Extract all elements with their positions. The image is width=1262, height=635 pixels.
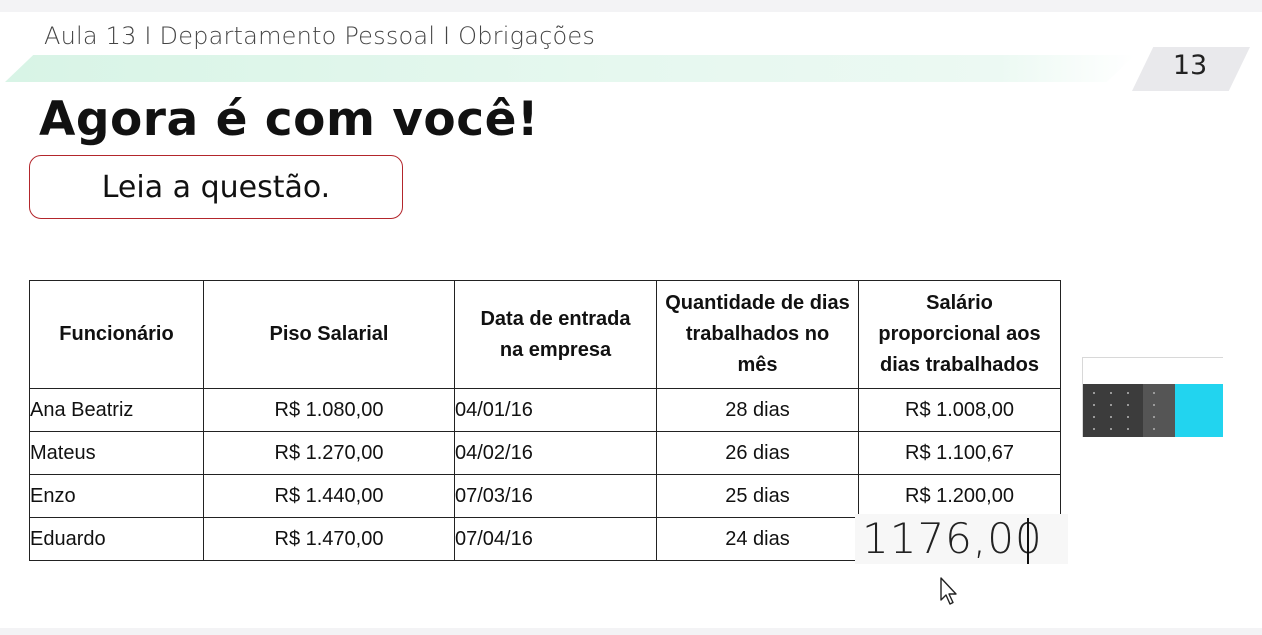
calculator-key: [1153, 416, 1155, 418]
table-cell: 26 dias: [656, 431, 859, 475]
table-cell: 07/04/16: [454, 517, 657, 561]
calculator-icon[interactable]: [1082, 357, 1224, 437]
column-header-days-worked: Quantidade de dias trabalhados no mês: [656, 280, 859, 389]
page-title: Agora é com você!: [39, 92, 539, 147]
bottom-bar: [0, 628, 1262, 635]
table-cell: 25 dias: [656, 474, 859, 518]
answer-input[interactable]: 1176,00: [862, 514, 1043, 563]
column-header-base-salary: Piso Salarial: [203, 280, 455, 389]
calculator-key: [1110, 404, 1112, 406]
calculator-operators: [1143, 384, 1175, 437]
column-header-employee: Funcionário: [29, 280, 204, 389]
column-header-proportional-salary: Salário proporcional aos dias trabalhado…: [858, 280, 1061, 389]
calculator-key: [1110, 392, 1112, 394]
page-number: 13: [1172, 50, 1208, 81]
table-row: Ana Beatriz R$ 1.080,00 04/01/16 28 dias…: [29, 388, 1061, 432]
header-label: Funcionário: [59, 323, 174, 345]
calculator-display: [1083, 358, 1224, 384]
course-title: Aula 13 I Departamento Pessoal I Obrigaç…: [44, 22, 596, 50]
mouse-pointer-icon: [939, 576, 959, 611]
table-cell: Mateus: [29, 431, 204, 475]
calculator-key: [1093, 428, 1095, 430]
table-cell: R$ 1.008,00: [858, 388, 1061, 432]
table-cell: 24 dias: [656, 517, 859, 561]
calculator-key: [1093, 404, 1095, 406]
table-cell: R$ 1.440,00: [203, 474, 455, 518]
calculator-key: [1110, 428, 1112, 430]
calculator-key: [1127, 404, 1129, 406]
table-cell: Eduardo: [29, 517, 204, 561]
header-label: Piso Salarial: [269, 323, 389, 345]
header-label: Data de entrada na empresa: [480, 307, 631, 361]
calculator-key: [1093, 392, 1095, 394]
calculator-key: [1153, 428, 1155, 430]
calculator-key: [1153, 392, 1155, 394]
table-cell: 07/03/16: [454, 474, 657, 518]
instruction-box: Leia a questão.: [29, 155, 403, 219]
table-row: Mateus R$ 1.270,00 04/02/16 26 dias R$ 1…: [29, 431, 1061, 475]
instruction-text: Leia a questão.: [101, 169, 331, 205]
table-cell: 04/02/16: [454, 431, 657, 475]
top-bar: [0, 0, 1262, 12]
table-cell: 04/01/16: [454, 388, 657, 432]
header-label: Quantidade de dias trabalhados no mês: [665, 292, 850, 376]
table-cell: R$ 1.200,00: [858, 474, 1061, 518]
calculator-key: [1127, 392, 1129, 394]
table-cell: Ana Beatriz: [29, 388, 204, 432]
calculator-key: [1127, 416, 1129, 418]
table-cell: 28 dias: [656, 388, 859, 432]
table-cell: R$ 1.100,67: [858, 431, 1061, 475]
column-header-entry-date: Data de entrada na empresa: [454, 280, 657, 389]
calculator-key: [1093, 416, 1095, 418]
header-label: Salário proporcional aos dias trabalhado…: [878, 292, 1041, 376]
calculator-side-panel: [1175, 384, 1223, 437]
table-cell: R$ 1.470,00: [203, 517, 455, 561]
calculator-key: [1153, 404, 1155, 406]
table-cell: Enzo: [29, 474, 204, 518]
text-caret: [1027, 518, 1029, 564]
table-cell: R$ 1.270,00: [203, 431, 455, 475]
header-band: [5, 55, 1135, 82]
calculator-key: [1127, 428, 1129, 430]
table-row: Enzo R$ 1.440,00 07/03/16 25 dias R$ 1.2…: [29, 474, 1061, 518]
table-header-row: Funcionário Piso Salarial Data de entrad…: [29, 280, 1061, 389]
calculator-key: [1110, 416, 1112, 418]
table-cell: R$ 1.080,00: [203, 388, 455, 432]
